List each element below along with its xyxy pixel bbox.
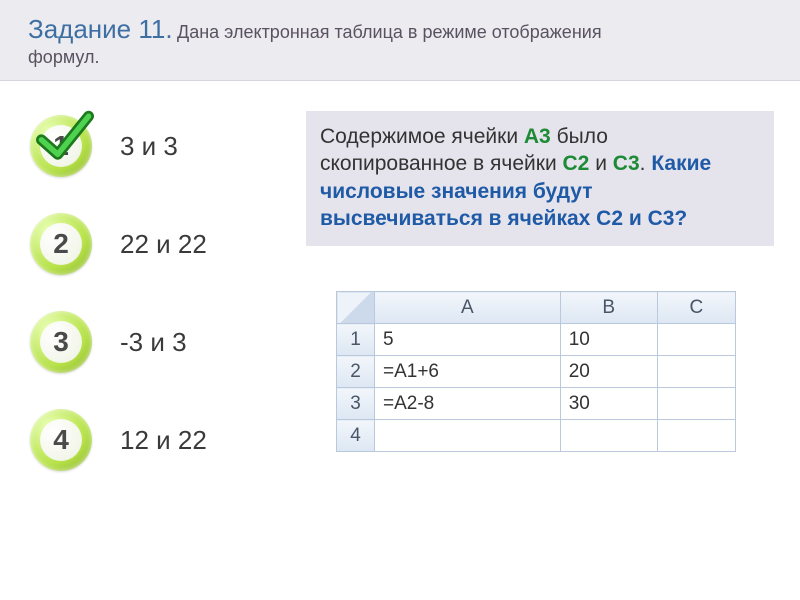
cell[interactable]: 5 — [375, 324, 561, 356]
cell[interactable] — [657, 356, 735, 388]
spreadsheet: A B C 1 5 10 2 =A1+6 20 3 =A2-8 30 — [336, 291, 736, 452]
cell[interactable]: 30 — [560, 388, 657, 420]
answer-options: 1 3 и 3 2 22 и 22 3 -3 и 3 — [30, 97, 300, 489]
option-text: 3 и 3 — [120, 131, 178, 162]
task-title: Задание 11. — [28, 14, 173, 44]
q-part: Содержимое ячейки — [320, 125, 524, 148]
option-text: 12 и 22 — [120, 425, 207, 456]
table-row: 1 5 10 — [337, 324, 736, 356]
cell[interactable] — [657, 388, 735, 420]
option-3[interactable]: 3 -3 и 3 — [30, 293, 300, 391]
row-header[interactable]: 2 — [337, 356, 375, 388]
table-row: 4 — [337, 420, 736, 452]
option-number: 4 — [30, 409, 92, 471]
cell[interactable] — [560, 420, 657, 452]
q-cell-c3: С3 — [613, 152, 640, 175]
option-4[interactable]: 4 12 и 22 — [30, 391, 300, 489]
row-header[interactable]: 3 — [337, 388, 375, 420]
cell[interactable]: 20 — [560, 356, 657, 388]
option-badge-3: 3 — [30, 311, 92, 373]
option-2[interactable]: 2 22 и 22 — [30, 195, 300, 293]
option-badge-2: 2 — [30, 213, 92, 275]
cell[interactable] — [375, 420, 561, 452]
cell[interactable] — [657, 420, 735, 452]
task-title-rest: Дана электронная таблица в режиме отобра… — [177, 22, 602, 42]
cell[interactable]: =A2-8 — [375, 388, 561, 420]
q-dot: . — [640, 152, 652, 175]
select-all-corner[interactable] — [337, 292, 375, 324]
cell[interactable]: =A1+6 — [375, 356, 561, 388]
table-row: 3 =A2-8 30 — [337, 388, 736, 420]
question-box: Содержимое ячейки А3 было скопированное … — [306, 111, 774, 246]
option-badge-1: 1 — [30, 115, 92, 177]
checkmark-icon — [36, 109, 94, 167]
col-header-c[interactable]: C — [657, 292, 735, 324]
cell[interactable] — [657, 324, 735, 356]
option-text: -3 и 3 — [120, 327, 187, 358]
q-and: и — [589, 152, 612, 175]
option-badge-4: 4 — [30, 409, 92, 471]
task-subline: формул. — [28, 47, 772, 68]
option-text: 22 и 22 — [120, 229, 207, 260]
row-header[interactable]: 1 — [337, 324, 375, 356]
col-header-b[interactable]: B — [560, 292, 657, 324]
q-cell-c2: С2 — [563, 152, 590, 175]
task-header: Задание 11. Дана электронная таблица в р… — [0, 0, 800, 81]
row-header[interactable]: 4 — [337, 420, 375, 452]
table-row: 2 =A1+6 20 — [337, 356, 736, 388]
option-number: 3 — [30, 311, 92, 373]
option-1[interactable]: 1 3 и 3 — [30, 97, 300, 195]
header-row: A B C — [337, 292, 736, 324]
option-number: 2 — [30, 213, 92, 275]
cell[interactable]: 10 — [560, 324, 657, 356]
col-header-a[interactable]: A — [375, 292, 561, 324]
q-cell-a3: А3 — [524, 125, 551, 148]
